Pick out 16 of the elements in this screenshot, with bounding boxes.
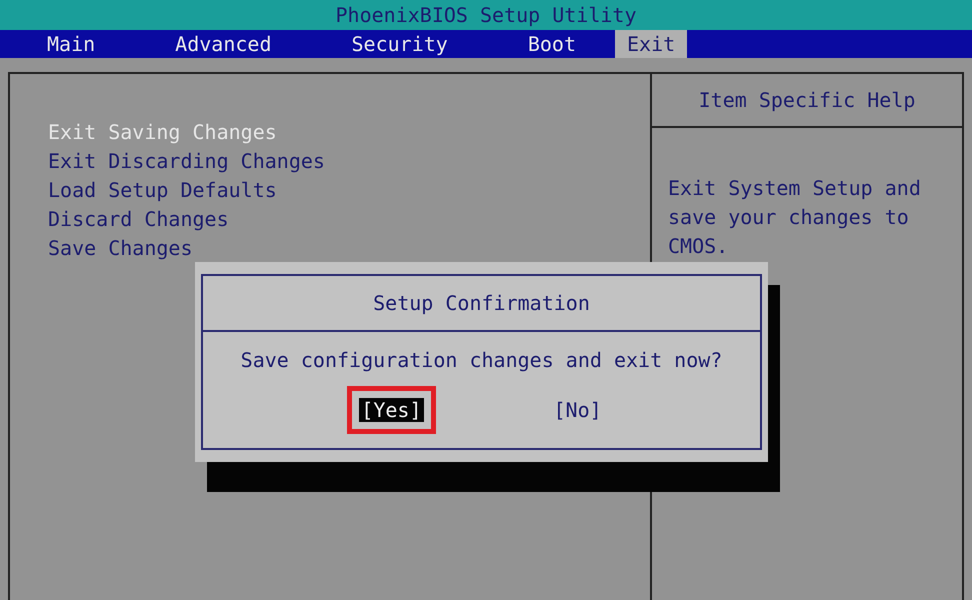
window-title: PhoenixBIOS Setup Utility	[0, 0, 972, 30]
dialog-option[interactable]: [No]	[552, 398, 604, 422]
menu-item[interactable]: Exit Discarding Changes	[48, 147, 650, 176]
tab[interactable]: Boot	[516, 30, 587, 58]
dialog-message: Save configuration changes and exit now?	[240, 348, 724, 372]
tab[interactable]: Main	[36, 30, 106, 58]
tab[interactable]: Advanced	[164, 30, 282, 58]
dialog-title: Setup Confirmation	[203, 276, 760, 332]
menu-item[interactable]: Discard Changes	[48, 205, 650, 234]
dialog-option[interactable]: [Yes]	[359, 398, 424, 422]
menu-item[interactable]: Load Setup Defaults	[48, 176, 650, 205]
help-text: Exit System Setup and save your changes to CMOS.	[667, 175, 922, 260]
tab[interactable]: Exit	[615, 30, 688, 58]
help-title: Item Specific Help	[652, 74, 962, 128]
menu-item[interactable]: Save Changes	[48, 234, 650, 263]
tab[interactable]: Security	[340, 30, 459, 58]
